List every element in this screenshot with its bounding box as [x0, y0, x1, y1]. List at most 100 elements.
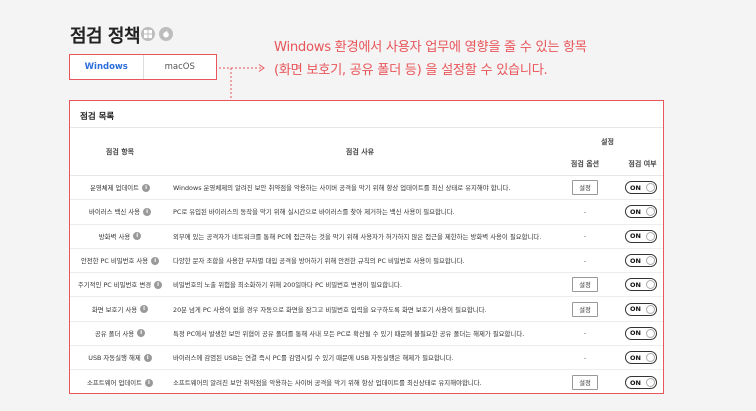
table-header: 점검 항목 점검 사유 설정 점검 옵션 점검 여부 [70, 128, 663, 176]
toggle-knob [646, 328, 655, 338]
row-use: ON [623, 176, 659, 199]
toggle-switch[interactable]: ON [625, 205, 657, 219]
apple-icon [159, 27, 173, 41]
info-icon[interactable]: i [144, 378, 153, 387]
windows-icon [141, 27, 155, 41]
row-item-label: USB 자동실행 해제 [88, 354, 141, 363]
toggle-switch[interactable]: ON [625, 229, 657, 243]
row-reason: 비밀번호의 노출 위험을 최소화하기 위해 200일마다 PC 비밀번호 변경이… [173, 281, 402, 290]
row-use: ON [623, 200, 659, 223]
info-icon[interactable]: i [151, 256, 160, 265]
row-reason: 다양한 문자 조합을 사용한 무차별 대입 공격을 방어하기 위해 안전한 규칙… [173, 257, 465, 266]
toggle-label: ON [630, 256, 641, 265]
header-use: 점검 여부 [628, 160, 657, 168]
row-item: USB 자동실행 해제 i [70, 346, 170, 369]
row-item: 화면 보호기 사용 i [70, 297, 170, 320]
toggle-switch[interactable]: ON [625, 278, 657, 292]
row-item-label: 화면 보호기 사용 [91, 305, 138, 314]
row-reason: 바이러스에 감염된 USB는 연결 즉시 PC를 감염시킬 수 있기 때문에 U… [173, 354, 454, 363]
header-setting: 설정 [601, 138, 614, 146]
info-icon[interactable]: i [143, 353, 152, 362]
toggle-switch[interactable]: ON [625, 351, 657, 365]
row-item: 소프트웨어 업데이트 i [70, 370, 170, 394]
row-use: ON [623, 322, 659, 345]
info-icon[interactable]: i [142, 183, 151, 192]
info-icon[interactable]: i [137, 329, 146, 338]
toggle-knob [646, 207, 655, 217]
toggle-label: ON [630, 305, 641, 314]
row-item: 바이러스 백신 사용 i [70, 200, 170, 223]
setting-button[interactable]: 설정 [572, 375, 598, 391]
row-option: 설정 [550, 297, 620, 320]
table-row: 주기적인 PC 비밀번호 변경 i 비밀번호의 노출 위험을 최소화하기 위해 20… [70, 273, 663, 298]
toggle-knob [646, 304, 655, 314]
panel-title: 점검 목록 [70, 101, 663, 128]
page-title: 점검 정책 [70, 26, 141, 47]
option-none: - [583, 256, 587, 265]
row-use: ON [623, 346, 659, 369]
setting-button[interactable]: 설정 [572, 301, 598, 317]
toggle-label: ON [630, 329, 641, 338]
toggle-knob [646, 353, 655, 363]
row-reason: 특정 PC에서 발생한 보안 위협이 공유 폴더를 통해 사내 모든 PC로 확… [173, 329, 525, 338]
tab-macos[interactable]: macOS [144, 55, 217, 79]
toggle-label: ON [630, 280, 641, 289]
toggle-label: ON [630, 207, 641, 216]
row-option: - [550, 200, 620, 223]
row-item-label: 공유 폴더 사용 [94, 329, 135, 338]
row-use: ON [623, 273, 659, 296]
setting-button[interactable]: 설정 [572, 180, 598, 196]
row-option: 설정 [550, 176, 620, 199]
tab-windows[interactable]: Windows [70, 55, 144, 79]
row-use: ON [623, 249, 659, 272]
info-icon[interactable]: i [133, 232, 142, 241]
table-row: 방화벽 사용 i 외부에 있는 공격자가 네트워크를 통해 PC에 접근하는 것을 … [70, 225, 663, 249]
row-item: 방화벽 사용 i [70, 225, 170, 248]
toggle-switch[interactable]: ON [625, 326, 657, 340]
callout-text: Windows 환경에서 사용자 업무에 영향을 줄 수 있는 항목 (화면 보… [274, 36, 587, 82]
row-use: ON [623, 370, 659, 394]
row-reason: 20분 넘게 PC 사용이 없을 경우 자동으로 화면을 잠그고 비밀번호 입력… [173, 305, 487, 314]
option-none: - [583, 232, 587, 241]
table-body: 운영체제 업데이트 i Windows 운영체제의 알려진 보안 취약점을 악용하는… [70, 176, 663, 395]
setting-button[interactable]: 설정 [572, 277, 598, 293]
row-item: 운영체제 업데이트 i [70, 176, 170, 199]
info-icon[interactable]: i [140, 305, 149, 314]
table-row: 소프트웨어 업데이트 i 소프트웨어의 알려진 보안 취약점을 악용하는 사이버 공… [70, 370, 663, 394]
option-none: - [583, 329, 587, 338]
option-none: - [583, 207, 587, 216]
row-reason: 외부에 있는 공격자가 네트워크를 통해 PC에 접근하는 것을 막기 위해 사… [173, 232, 542, 241]
os-icons [141, 27, 173, 41]
toggle-switch[interactable]: ON [625, 376, 657, 390]
info-icon[interactable]: i [154, 280, 163, 289]
row-option: 설정 [550, 370, 620, 394]
info-icon[interactable]: i [143, 207, 152, 216]
header-item: 점검 항목 [105, 148, 135, 156]
header-reason: 점검 사유 [345, 148, 375, 156]
row-item-label: 운영체제 업데이트 [89, 184, 140, 193]
row-option: - [550, 322, 620, 345]
toggle-switch[interactable]: ON [625, 181, 657, 195]
table-row: 안전한 PC 비밀번호 사용 i 다양한 문자 조합을 사용한 무차별 대입 공격을… [70, 249, 663, 274]
row-option: 설정 [550, 273, 620, 296]
os-tabs: Windows macOS [69, 54, 217, 80]
row-reason: Windows 운영체제의 알려진 보안 취약점을 악용하는 사이버 공격을 막… [173, 184, 511, 193]
row-item-label: 소프트웨어 업데이트 [87, 379, 142, 388]
toggle-knob [646, 231, 655, 241]
row-item: 주기적인 PC 비밀번호 변경 i [70, 273, 170, 296]
table-row: 화면 보호기 사용 i 20분 넘게 PC 사용이 없을 경우 자동으로 화면을 잠… [70, 297, 663, 322]
toggle-switch[interactable]: ON [625, 302, 657, 316]
row-option: - [550, 346, 620, 369]
row-option: - [550, 249, 620, 272]
row-option: - [550, 225, 620, 248]
row-item-label: 주기적인 PC 비밀번호 변경 [77, 281, 152, 290]
toggle-label: ON [630, 232, 641, 241]
row-use: ON [623, 225, 659, 248]
toggle-switch[interactable]: ON [625, 254, 657, 268]
row-item-label: 방화벽 사용 [98, 232, 131, 241]
table-row: 운영체제 업데이트 i Windows 운영체제의 알려진 보안 취약점을 악용하는… [70, 176, 663, 201]
toggle-label: ON [630, 183, 641, 192]
row-item-label: 안전한 PC 비밀번호 사용 [80, 257, 149, 266]
option-none: - [583, 353, 587, 362]
table-row: USB 자동실행 해제 i 바이러스에 감염된 USB는 연결 즉시 PC를 감염시… [70, 346, 663, 371]
